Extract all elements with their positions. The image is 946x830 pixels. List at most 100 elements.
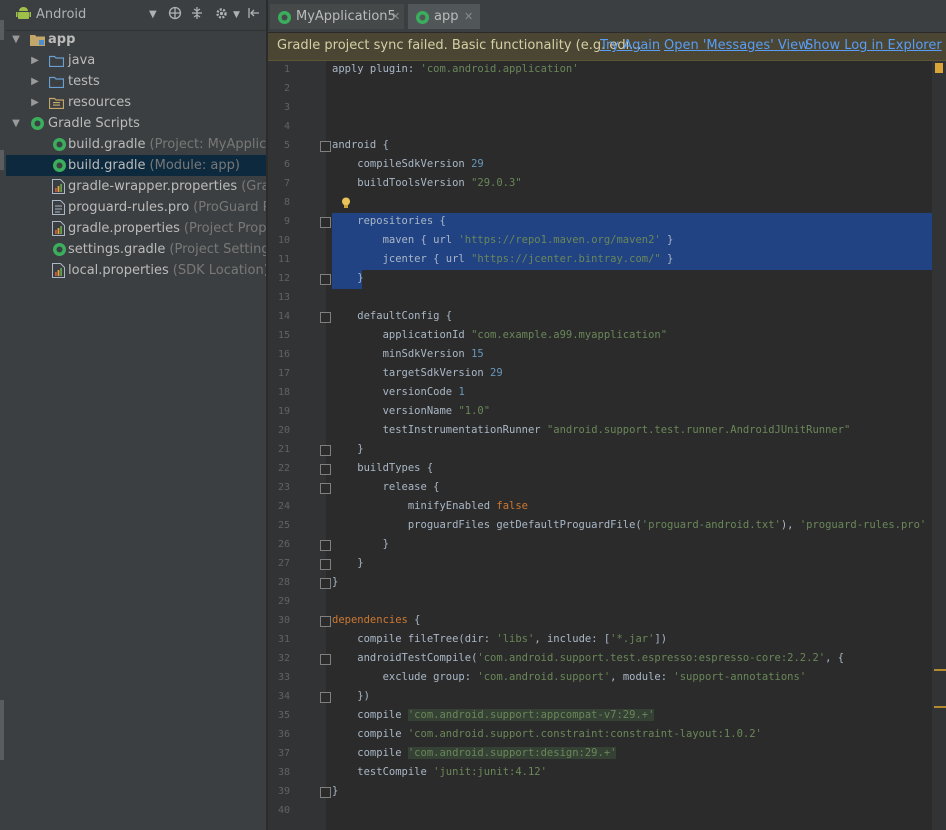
- code-line[interactable]: dependencies {: [332, 611, 421, 630]
- tree-item[interactable]: build.gradle(Project: MyApplication5): [6, 134, 266, 155]
- show-log-in-explorer-link[interactable]: Show Log in Explorer: [805, 33, 942, 58]
- collapsed-arrow-icon[interactable]: ▶: [30, 50, 40, 71]
- code-line[interactable]: apply plugin: 'com.android.application': [332, 61, 579, 79]
- code-line[interactable]: testCompile 'junit:junit:4.12': [332, 763, 547, 782]
- expanded-arrow-icon[interactable]: ▼: [11, 29, 21, 50]
- structure-tool-button[interactable]: [0, 150, 4, 170]
- settings-dropdown-icon[interactable]: ▼: [233, 10, 240, 20]
- code-line[interactable]: exclude group: 'com.android.support', mo…: [332, 668, 807, 687]
- line-number: 37: [277, 748, 290, 759]
- tree-item[interactable]: ▼ Gradle Scripts: [6, 113, 266, 134]
- code-line[interactable]: buildToolsVersion "29.0.3": [332, 174, 521, 193]
- fold-toggle-icon[interactable]: [320, 217, 331, 228]
- tree-item[interactable]: local.properties (SDK Location): [6, 260, 266, 281]
- tree-item[interactable]: settings.gradle(Project Settings): [6, 239, 266, 260]
- close-icon[interactable]: ✕: [464, 4, 473, 29]
- tree-item-description: (ProGuard Rules for app): [193, 200, 266, 215]
- code-line[interactable]: }): [332, 687, 370, 706]
- code-line[interactable]: compile 'com.android.support:appcompat-v…: [332, 706, 655, 725]
- tab-myapplication5[interactable]: MyApplication5 ✕: [270, 4, 404, 29]
- code-line[interactable]: maven { url 'https://repo1.maven.org/mav…: [332, 231, 674, 250]
- tree-item[interactable]: gradle-wrapper.properties(Gradle Version…: [6, 176, 266, 197]
- code-line[interactable]: }: [332, 782, 338, 801]
- code-line[interactable]: compile 'com.android.support:design:29.+…: [332, 744, 617, 763]
- fold-toggle-icon[interactable]: [320, 616, 331, 627]
- line-number: 15: [277, 330, 290, 341]
- code-line[interactable]: }: [332, 554, 363, 573]
- gear-icon[interactable]: [214, 6, 229, 25]
- fold-toggle-icon[interactable]: [320, 578, 331, 589]
- fold-toggle-icon[interactable]: [320, 274, 331, 285]
- view-selector[interactable]: Android: [36, 7, 86, 22]
- build-variants-tool-button[interactable]: [0, 700, 4, 760]
- code-line[interactable]: minifyEnabled false: [332, 497, 528, 516]
- tab-app[interactable]: app ✕: [408, 4, 480, 29]
- code-line[interactable]: targetSdkVersion 29: [332, 364, 503, 383]
- code-editor[interactable]: 1 2 3 4 5 6 7 8 9 10 11 12 13 14 15 16 17 18 19 20 21 22 23 24 2…: [268, 61, 946, 830]
- fold-toggle-icon[interactable]: [320, 312, 331, 323]
- code-line[interactable]: compile fileTree(dir: 'libs', include: […: [332, 630, 667, 649]
- code-line[interactable]: testInstrumentationRunner "android.suppo…: [332, 421, 851, 440]
- code-line[interactable]: androidTestCompile('com.android.support.…: [332, 649, 844, 668]
- code-line[interactable]: versionName "1.0": [332, 402, 490, 421]
- warning-marker[interactable]: [934, 669, 946, 671]
- tree-item[interactable]: proguard-rules.pro(ProGuard Rules for ap…: [6, 197, 266, 218]
- fold-toggle-icon[interactable]: [320, 540, 331, 551]
- gradle-icon: [277, 9, 292, 34]
- code-line[interactable]: repositories {: [332, 212, 446, 231]
- line-number: 16: [277, 349, 290, 360]
- tree-item-description: (Project Properties): [183, 221, 266, 236]
- fold-toggle-icon[interactable]: [320, 483, 331, 494]
- tree-item[interactable]: ▼ app: [6, 29, 266, 50]
- fold-toggle-icon[interactable]: [320, 464, 331, 475]
- line-number: 18: [277, 387, 290, 398]
- fold-toggle-icon[interactable]: [320, 654, 331, 665]
- hide-panel-icon[interactable]: [247, 6, 261, 24]
- file-icon: [52, 200, 67, 215]
- code-line[interactable]: versionCode 1: [332, 383, 465, 402]
- code-line[interactable]: compile 'com.android.support.constraint:…: [332, 725, 762, 744]
- view-selector-dropdown-icon[interactable]: ▼: [149, 9, 157, 20]
- close-icon[interactable]: ✕: [391, 4, 400, 29]
- fold-toggle-icon[interactable]: [320, 445, 331, 456]
- code-line[interactable]: release {: [332, 478, 440, 497]
- fold-toggle-icon[interactable]: [320, 787, 331, 798]
- line-number: 12: [277, 273, 290, 284]
- code-line[interactable]: android {: [332, 136, 389, 155]
- tree-item[interactable]: ▶ tests: [6, 71, 266, 92]
- code-line[interactable]: compileSdkVersion 29: [332, 155, 483, 174]
- warning-marker[interactable]: [934, 706, 946, 708]
- code-line[interactable]: defaultConfig {: [332, 307, 452, 326]
- fold-toggle-icon[interactable]: [320, 559, 331, 570]
- collapsed-arrow-icon[interactable]: ▶: [30, 92, 40, 113]
- expanded-arrow-icon[interactable]: ▼: [11, 113, 21, 134]
- code-line[interactable]: }: [332, 573, 338, 592]
- code-line[interactable]: }: [332, 269, 363, 288]
- code-line[interactable]: applicationId "com.example.a99.myapplica…: [332, 326, 667, 345]
- collapsed-arrow-icon[interactable]: ▶: [30, 71, 40, 92]
- tree-item[interactable]: build.gradle (Module: app): [6, 155, 266, 176]
- open-messages-view-link[interactable]: Open 'Messages' View: [664, 33, 809, 58]
- line-number-gutter: 1 2 3 4 5 6 7 8 9 10 11 12 13 14 15 16 17 18 19 20 21 22 23 24 2…: [268, 61, 318, 830]
- line-number: 24: [277, 501, 290, 512]
- tree-item[interactable]: gradle.properties(Project Properties): [6, 218, 266, 239]
- fold-toggle-icon[interactable]: [320, 141, 331, 152]
- code-line[interactable]: }: [332, 440, 363, 459]
- fold-toggle-icon[interactable]: [320, 692, 331, 703]
- code-line[interactable]: minSdkVersion 15: [332, 345, 484, 364]
- code-line[interactable]: proguardFiles getDefaultProguardFile('pr…: [332, 516, 926, 535]
- code-line[interactable]: jcenter { url "https://jcenter.bintray.c…: [332, 250, 674, 269]
- line-number: 40: [277, 805, 290, 816]
- project-tool-button[interactable]: [0, 20, 4, 40]
- tree-item[interactable]: ▶ java: [6, 50, 266, 71]
- code-line[interactable]: buildTypes {: [332, 459, 433, 478]
- properties-icon: [52, 221, 67, 236]
- code-line[interactable]: }: [332, 535, 389, 554]
- error-stripe[interactable]: [932, 61, 946, 830]
- scroll-from-source-icon[interactable]: [168, 6, 182, 24]
- tree-item[interactable]: ▶ resources: [6, 92, 266, 113]
- try-again-link[interactable]: Try Again: [600, 33, 660, 58]
- intention-bulb-icon[interactable]: [341, 197, 351, 209]
- collapse-all-icon[interactable]: [190, 6, 204, 24]
- analysis-status-icon[interactable]: [935, 63, 943, 73]
